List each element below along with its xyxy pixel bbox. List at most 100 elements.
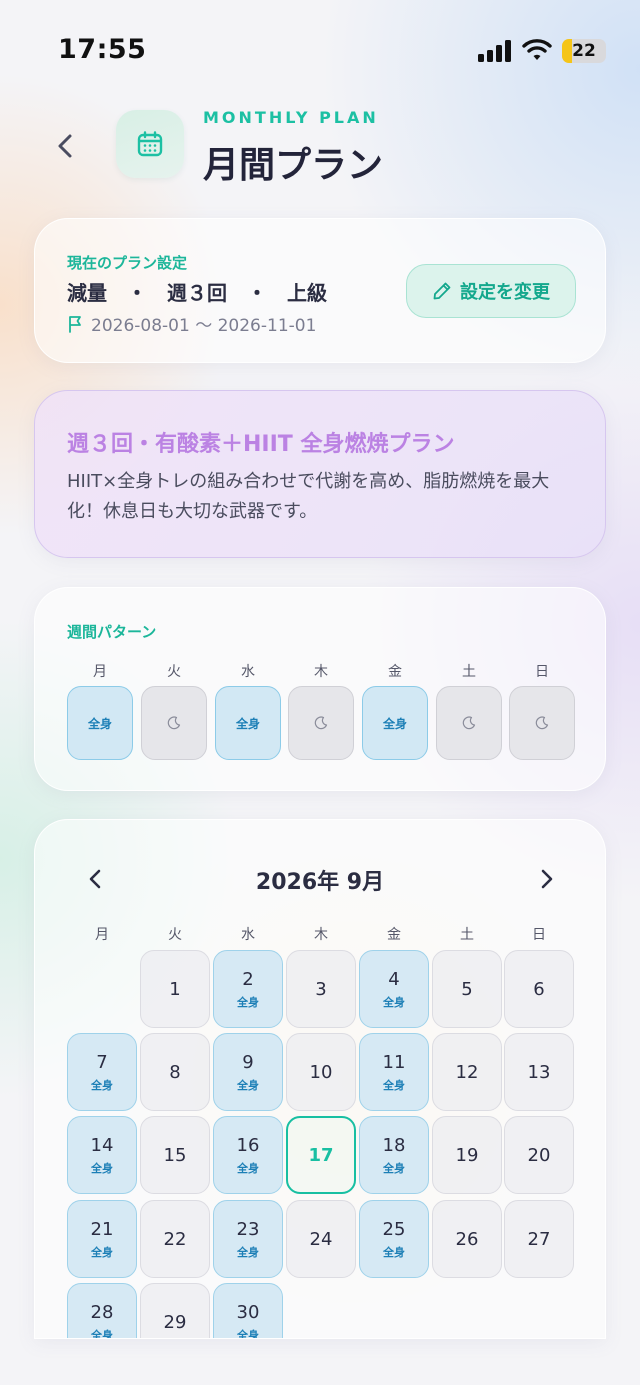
weekly-rest-day[interactable] [436, 686, 502, 760]
weekly-rest-day[interactable] [288, 686, 354, 760]
weekly-day-label: 全身 [382, 716, 407, 731]
calendar-day-number: 26 [455, 1228, 479, 1250]
calendar-day-workout-tag: 全身 [383, 995, 405, 1009]
calendar-day[interactable]: 6 [504, 950, 574, 1028]
plan-label: 現在のプラン設定 [67, 254, 188, 272]
weekly-train-day[interactable]: 全身 [215, 686, 281, 760]
calendar-weekday-header: 水 [241, 927, 255, 943]
calendar-day-train[interactable]: 4 全身 [359, 950, 429, 1028]
weekly-day-header: 月 [93, 664, 107, 680]
status-time: 17:55 [58, 34, 147, 65]
calendar-day-number: 29 [163, 1311, 187, 1333]
calendar-day-workout-tag: 全身 [91, 1328, 113, 1339]
next-month-button[interactable] [535, 864, 559, 894]
status-bar: 17:55 22 [0, 0, 640, 100]
calendar-day-workout-tag: 全身 [383, 1245, 405, 1259]
moon-icon [462, 716, 476, 730]
calendar-day-train[interactable]: 9 全身 [213, 1033, 283, 1111]
change-settings-label: 設定を変更 [460, 282, 550, 303]
weekly-rest-day[interactable] [141, 686, 207, 760]
calendar-day-workout-tag: 全身 [237, 995, 259, 1009]
calendar-day-train[interactable]: 11 全身 [359, 1033, 429, 1111]
page-subtitle: MONTHLY PLAN [203, 108, 379, 127]
weekly-pattern-label: 週間パターン [67, 623, 157, 641]
calendar-day[interactable]: 12 [432, 1033, 502, 1111]
calendar-weekday-header: 日 [532, 927, 546, 943]
calendar-weekday-header: 金 [387, 927, 401, 943]
calendar-day-workout-tag: 全身 [383, 1078, 405, 1092]
weekly-day-label: 全身 [87, 716, 112, 731]
calendar-day-train[interactable]: 14 全身 [67, 1116, 137, 1194]
weekly-train-day[interactable]: 全身 [67, 686, 133, 760]
calendar-day-train[interactable]: 23 全身 [213, 1200, 283, 1278]
calendar-day[interactable]: 1 [140, 950, 210, 1028]
header-calendar-badge [116, 110, 184, 178]
calendar-day[interactable]: 13 [504, 1033, 574, 1111]
calendar-day[interactable]: 10 [286, 1033, 356, 1111]
calendar-day[interactable]: 29 [140, 1283, 210, 1338]
weekly-rest-day[interactable] [509, 686, 575, 760]
calendar-day-train[interactable]: 30 全身 [213, 1283, 283, 1339]
calendar-day[interactable]: 27 [504, 1200, 574, 1278]
back-button[interactable] [50, 128, 82, 164]
calendar-day[interactable]: 22 [140, 1200, 210, 1278]
weekly-pattern-card: 週間パターン 月全身 火 水全身 木 金全身 土 日 [34, 587, 606, 791]
plan-description-text: HIIT×全身トレの組み合わせで代謝を高め、脂肪燃焼を最大化！休息日も大切な武器… [67, 471, 550, 522]
calendar-day-train[interactable]: 28 全身 [67, 1283, 137, 1339]
calendar-day-number: 1 [169, 978, 181, 1000]
calendar-day-number: 20 [527, 1144, 551, 1166]
calendar-day-number: 11 [382, 1051, 406, 1073]
moon-icon [314, 716, 328, 730]
calendar-day-workout-tag: 全身 [237, 1328, 259, 1339]
calendar-day-number: 15 [163, 1144, 187, 1166]
change-settings-button[interactable]: 設定を変更 [406, 264, 576, 318]
calendar-day-workout-tag: 全身 [237, 1078, 259, 1092]
calendar-weekday-header: 木 [314, 927, 328, 943]
weekly-day-header: 土 [462, 664, 476, 680]
calendar-weekday-header: 火 [168, 927, 182, 943]
calendar-day-train[interactable]: 2 全身 [213, 950, 283, 1028]
calendar-day[interactable]: 20 [504, 1116, 574, 1194]
calendar-day[interactable]: 3 [286, 950, 356, 1028]
calendar-day-number: 3 [315, 978, 327, 1000]
calendar-day[interactable]: 19 [432, 1116, 502, 1194]
calendar-day-today[interactable]: 17 [286, 1116, 356, 1194]
calendar-day[interactable]: 24 [286, 1200, 356, 1278]
weekly-day-header: 水 [241, 664, 255, 680]
calendar-day-number: 8 [169, 1061, 181, 1083]
calendar-day-train[interactable]: 21 全身 [67, 1200, 137, 1278]
calendar-day-number: 5 [461, 978, 473, 1000]
plan-description-title: 週３回・有酸素＋HIIT 全身燃焼プラン [67, 432, 455, 457]
calendar-day-number: 18 [382, 1134, 406, 1156]
calendar-day-train[interactable]: 18 全身 [359, 1116, 429, 1194]
calendar-day[interactable]: 15 [140, 1116, 210, 1194]
pencil-icon [433, 282, 451, 300]
calendar-day-train[interactable]: 25 全身 [359, 1200, 429, 1278]
calendar-day-number: 2 [242, 968, 254, 990]
calendar-day-number: 6 [533, 978, 545, 1000]
calendar-day-number: 16 [236, 1134, 260, 1156]
calendar-day-number: 24 [309, 1228, 333, 1250]
plan-summary: 減量 ・ 週３回 ・ 上級 [67, 281, 327, 305]
moon-icon [535, 716, 549, 730]
calendar-day[interactable]: 26 [432, 1200, 502, 1278]
flag-icon [69, 315, 81, 333]
calendar-day-train[interactable]: 7 全身 [67, 1033, 137, 1111]
calendar-day-number: 30 [236, 1301, 260, 1323]
calendar-day[interactable]: 8 [140, 1033, 210, 1111]
weekly-train-day[interactable]: 全身 [362, 686, 428, 760]
calendar-month-label: 2026年 9月 [255, 870, 385, 895]
plan-description-card: 週３回・有酸素＋HIIT 全身燃焼プラン HIIT×全身トレの組み合わせで代謝を… [34, 390, 606, 558]
calendar-day-number: 9 [242, 1051, 254, 1073]
calendar-day-number: 12 [455, 1061, 479, 1083]
calendar-day-number: 21 [90, 1218, 114, 1240]
weekly-day-header: 火 [167, 664, 181, 680]
battery-icon: 22 [562, 39, 606, 63]
current-plan-card: 現在のプラン設定 減量 ・ 週３回 ・ 上級 2026-08-01 〜 2026… [34, 218, 606, 363]
weekly-day-label: 全身 [235, 716, 260, 731]
calendar-weekday-header: 月 [95, 927, 109, 943]
weekly-day-header: 木 [314, 664, 328, 680]
calendar-day[interactable]: 5 [432, 950, 502, 1028]
calendar-day-train[interactable]: 16 全身 [213, 1116, 283, 1194]
calendar-card: 2026年 9月 月火水木金土日 1 2 全身 3 4 全身 5 6 7 全身 8 9 全身 10 11 全身 1… [34, 819, 606, 1339]
